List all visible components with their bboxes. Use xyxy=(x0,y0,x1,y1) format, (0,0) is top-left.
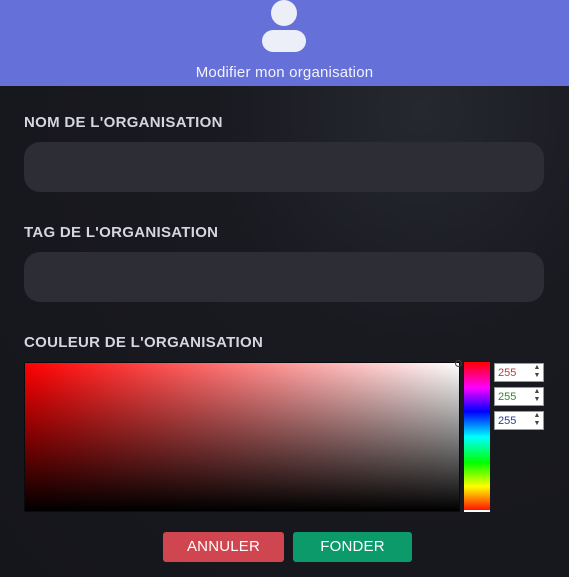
organisation-color-label: COULEUR DE L'ORGANISATION xyxy=(24,334,264,351)
organisation-tag-label: TAG DE L'ORGANISATION xyxy=(24,224,219,241)
blue-spinner-icon[interactable]: ▲ ▼ xyxy=(532,412,542,429)
green-spinner-icon[interactable]: ▲ ▼ xyxy=(532,388,542,405)
red-value-text: 255 xyxy=(498,367,517,379)
header-bar: Modifier mon organisation xyxy=(0,0,569,86)
green-value-text: 255 xyxy=(498,391,517,403)
red-value-input[interactable]: 255 ▲ ▼ xyxy=(494,363,544,382)
organisation-tag-input[interactable] xyxy=(24,252,544,302)
green-value-input[interactable]: 255 ▲ ▼ xyxy=(494,387,544,406)
avatar-head xyxy=(271,0,297,26)
red-spinner-icon[interactable]: ▲ ▼ xyxy=(532,364,542,381)
sv-black-gradient xyxy=(25,363,459,511)
organisation-editor: { "header": { "title": "Modifier mon org… xyxy=(0,0,569,577)
blue-value-text: 255 xyxy=(498,415,517,427)
found-organisation-button[interactable]: FONDER xyxy=(293,532,412,562)
cancel-button[interactable]: ANNULER xyxy=(163,532,284,562)
saturation-value-area[interactable] xyxy=(24,360,462,512)
organisation-name-input[interactable] xyxy=(24,142,544,192)
header-title: Modifier mon organisation xyxy=(195,64,374,81)
organisation-name-label: NOM DE L'ORGANISATION xyxy=(24,114,223,131)
hue-slider[interactable] xyxy=(464,362,490,512)
avatar-body xyxy=(262,30,306,52)
hue-slider-marker[interactable] xyxy=(464,510,490,512)
sv-cursor-handle[interactable] xyxy=(455,360,462,367)
user-avatar-icon xyxy=(262,0,306,54)
blue-value-input[interactable]: 255 ▲ ▼ xyxy=(494,411,544,430)
